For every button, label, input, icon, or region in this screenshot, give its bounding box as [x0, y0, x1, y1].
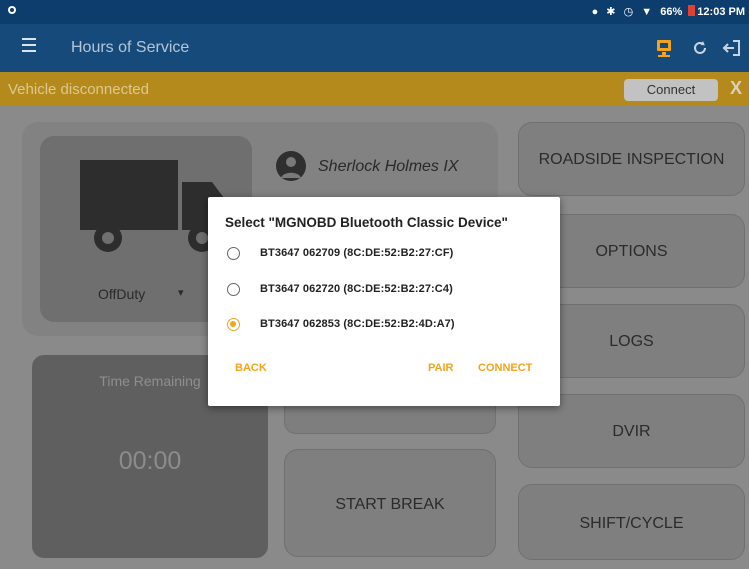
connection-status-icon[interactable]: [652, 36, 676, 60]
duty-status-label: OffDuty: [98, 286, 146, 302]
wifi-icon: ▼: [641, 6, 653, 18]
app-bar: Hours of Service: [0, 24, 749, 72]
pair-button[interactable]: PAIR: [428, 362, 453, 374]
roadside-inspection-label: ROADSIDE INSPECTION: [538, 151, 725, 168]
logout-icon[interactable]: [720, 36, 744, 60]
start-break-button[interactable]: START BREAK: [284, 449, 496, 557]
back-button[interactable]: BACK: [235, 362, 267, 374]
status-icons: ● ✱ ◷ ▼ 66% 12:03 PM: [587, 5, 745, 18]
shift-cycle-button[interactable]: SHIFT/CYCLE: [518, 484, 745, 560]
clock: 12:03 PM: [697, 6, 745, 18]
start-break-label: START BREAK: [335, 496, 445, 513]
avatar-icon: [276, 151, 306, 181]
battery-level: 66%: [660, 6, 683, 18]
connect-vehicle-button[interactable]: Connect: [624, 79, 718, 101]
dvir-label: DVIR: [612, 423, 651, 440]
device-option[interactable]: BT3647 062853 (8C:DE:52:B2:4D:A7): [227, 314, 547, 336]
location-icon: ●: [591, 6, 599, 18]
battery-icon: [688, 5, 696, 16]
dialog-title: Select "MGNOBD Bluetooth Classic Device": [225, 215, 508, 230]
radio-button[interactable]: [227, 283, 240, 296]
device-option-label: BT3647 062720 (8C:DE:52:B2:27:C4): [260, 283, 453, 295]
connect-button[interactable]: CONNECT: [478, 362, 532, 374]
device-option-label: BT3647 062853 (8C:DE:52:B2:4D:A7): [260, 318, 455, 330]
device-option[interactable]: BT3647 062709 (8C:DE:52:B2:27:CF): [227, 243, 547, 265]
shift-cycle-label: SHIFT/CYCLE: [579, 515, 684, 532]
close-icon[interactable]: X: [730, 78, 742, 99]
menu-icon[interactable]: [22, 38, 46, 58]
driver-name: Sherlock Holmes IX: [318, 158, 459, 175]
refresh-icon[interactable]: [688, 36, 712, 60]
app-notification-icon: [8, 6, 16, 14]
device-option[interactable]: BT3647 062720 (8C:DE:52:B2:27:C4): [227, 279, 547, 301]
bluetooth-icon: ✱: [606, 6, 616, 18]
radio-button-selected[interactable]: [227, 318, 240, 331]
device-select-dialog: Select "MGNOBD Bluetooth Classic Device"…: [208, 197, 560, 406]
time-remaining-value: 00:00: [118, 447, 182, 475]
alarm-icon: ◷: [623, 6, 634, 18]
vehicle-status-bar: Vehicle disconnected Connect X: [0, 72, 749, 106]
vehicle-status-text: Vehicle disconnected: [8, 81, 149, 98]
roadside-inspection-button[interactable]: ROADSIDE INSPECTION: [518, 122, 745, 196]
radio-button[interactable]: [227, 247, 240, 260]
status-bar: ● ✱ ◷ ▼ 66% 12:03 PM: [0, 0, 749, 24]
page-title: Hours of Service: [71, 39, 190, 56]
device-option-label: BT3647 062709 (8C:DE:52:B2:27:CF): [260, 247, 454, 259]
chevron-down-icon[interactable]: ▾: [178, 286, 184, 299]
